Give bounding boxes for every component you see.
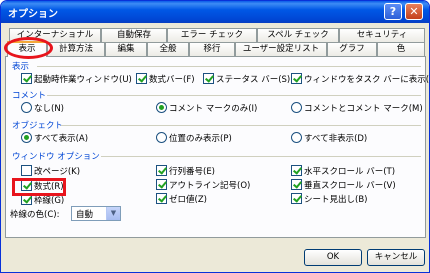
- title-bar[interactable]: オプション ? ✕: [1, 1, 429, 23]
- tab-transition[interactable]: 移行: [189, 42, 235, 56]
- comments-none-radio[interactable]: [21, 102, 32, 113]
- tab-error-check[interactable]: エラー チェック: [167, 28, 257, 42]
- tab-general[interactable]: 全般: [147, 42, 189, 56]
- objects-show-all-label: すべて表示(A): [34, 134, 89, 144]
- status-bar-label: ステータス バー(S): [216, 75, 291, 85]
- gridline-color-value: 自動: [76, 210, 94, 220]
- tab-color[interactable]: 色: [377, 42, 425, 56]
- cancel-button[interactable]: キャンセル: [367, 249, 425, 266]
- comments-and-indicator-radio[interactable]: [291, 102, 302, 113]
- gridline-color-select[interactable]: 自動 ▼: [71, 206, 121, 221]
- active-tab-highlight-ellipse: [4, 37, 53, 59]
- windows-in-taskbar-label: ウィンドウをタスク バーに表示(W): [304, 75, 430, 85]
- help-icon[interactable]: ?: [384, 3, 402, 20]
- window-title: オプション: [8, 9, 58, 20]
- options-dialog: オプション ? ✕ インターナショナル 自動保存 エラー チェック スペル チェ…: [0, 0, 430, 273]
- objects-placeholders-radio[interactable]: [156, 132, 167, 143]
- windows-in-taskbar-checkbox[interactable]: [291, 73, 302, 84]
- objects-heading: オブジェクト: [12, 121, 64, 131]
- outline-symbols-checkbox[interactable]: [156, 179, 167, 190]
- window-options-divider: [101, 156, 421, 157]
- formula-bar-label: 数式バー(F): [149, 75, 195, 85]
- chevron-down-icon[interactable]: ▼: [106, 207, 120, 220]
- row-col-headers-label: 行列番号(E): [169, 167, 216, 177]
- objects-hide-all-label: すべて非表示(D): [304, 134, 368, 144]
- page-breaks-label: 改ページ(K): [34, 167, 81, 177]
- tab-calculation[interactable]: 計算方法: [47, 42, 105, 56]
- tab-custom-lists[interactable]: ユーザー設定リスト: [235, 42, 327, 56]
- comments-none-label: なし(N): [34, 104, 64, 114]
- horizontal-scrollbar-checkbox[interactable]: [291, 165, 302, 176]
- sheet-tabs-label: シート見出し(B): [304, 195, 368, 205]
- page-breaks-checkbox[interactable]: [21, 165, 32, 176]
- display-heading: 表示: [12, 62, 30, 72]
- display-divider: [37, 66, 421, 67]
- row-col-headers-checkbox[interactable]: [156, 165, 167, 176]
- formula-bar-checkbox[interactable]: [136, 73, 147, 84]
- zero-values-label: ゼロ値(Z): [169, 195, 207, 205]
- comments-indicator-only-radio[interactable]: [156, 102, 167, 113]
- tab-chart[interactable]: グラフ: [327, 42, 377, 56]
- close-icon[interactable]: ✕: [405, 3, 423, 20]
- horizontal-scrollbar-label: 水平スクロール バー(T): [304, 167, 396, 177]
- gridline-color-label: 枠線の色(C):: [10, 210, 60, 220]
- vertical-scrollbar-checkbox[interactable]: [291, 179, 302, 190]
- tab-spell-check[interactable]: スペル チェック: [257, 28, 339, 42]
- startup-taskpane-label: 起動時作業ウィンドウ(U): [34, 75, 132, 85]
- window-options-heading: ウィンドウ オプション: [12, 152, 100, 162]
- tab-autosave[interactable]: 自動保存: [101, 28, 167, 42]
- comments-indicator-only-label: コメント マークのみ(I): [169, 104, 258, 114]
- vertical-scrollbar-label: 垂直スクロール バー(V): [304, 181, 396, 191]
- startup-taskpane-checkbox[interactable]: [21, 73, 32, 84]
- objects-hide-all-radio[interactable]: [291, 132, 302, 143]
- formulas-highlight-rect: [12, 178, 66, 196]
- comments-divider: [47, 95, 421, 96]
- status-bar-checkbox[interactable]: [203, 73, 214, 84]
- outline-symbols-label: アウトライン記号(O): [169, 181, 251, 191]
- objects-divider: [61, 125, 421, 126]
- tab-edit[interactable]: 編集: [105, 42, 147, 56]
- objects-placeholders-label: 位置のみ表示(P): [169, 134, 232, 144]
- sheet-tabs-checkbox[interactable]: [291, 193, 302, 204]
- comments-and-indicator-label: コメントとコメント マーク(M): [304, 104, 423, 114]
- ok-button[interactable]: OK: [304, 249, 362, 266]
- tab-security[interactable]: セキュリティ: [339, 28, 425, 42]
- comments-heading: コメント: [12, 91, 47, 101]
- objects-show-all-radio[interactable]: [21, 132, 32, 143]
- zero-values-checkbox[interactable]: [156, 193, 167, 204]
